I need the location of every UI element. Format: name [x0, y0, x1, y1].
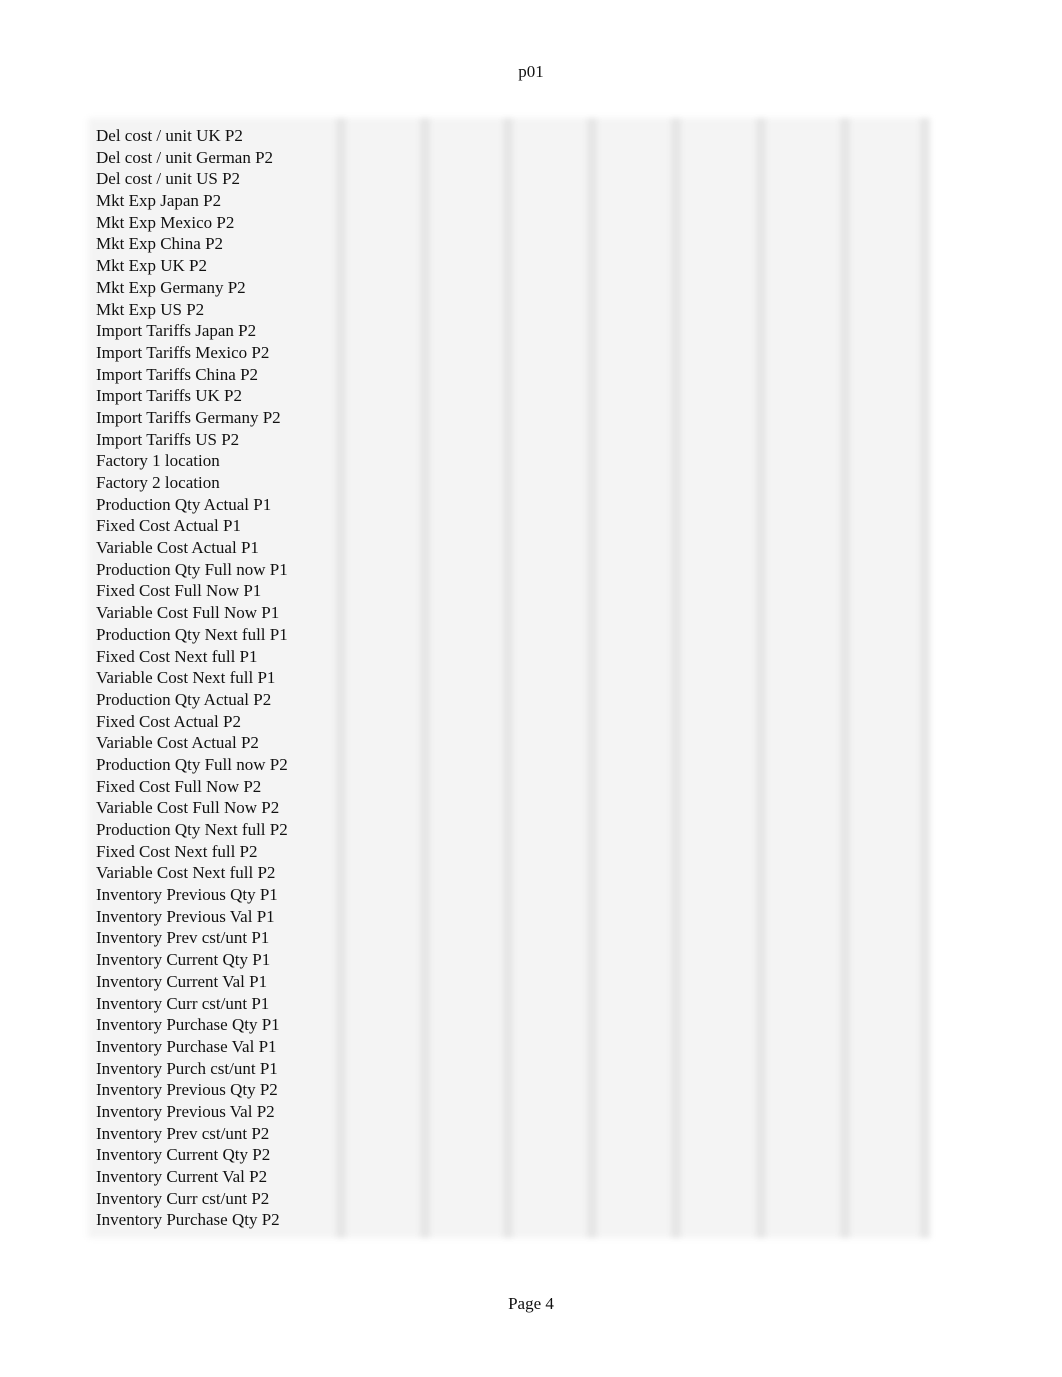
row-label: Fixed Cost Full Now P2 — [96, 776, 262, 796]
row-label: Inventory Purchase Qty P2 — [96, 1210, 280, 1230]
row-label: Production Qty Full now P1 — [96, 559, 288, 579]
row-label: Inventory Current Val P1 — [96, 971, 268, 991]
row-label: Fixed Cost Actual P2 — [96, 711, 241, 731]
row-label: Mkt Exp US P2 — [96, 299, 205, 319]
row-label: Mkt Exp Germany P2 — [96, 277, 246, 297]
row-label: Variable Cost Full Now P2 — [96, 798, 280, 818]
row-label: Production Qty Actual P1 — [96, 494, 272, 514]
row-label: Inventory Prev cst/unt P2 — [96, 1123, 270, 1143]
row-label: Factory 2 location — [96, 473, 220, 492]
row-label: Import Tariffs Mexico P2 — [96, 342, 270, 362]
row-label: Inventory Previous Qty P2 — [96, 1080, 278, 1100]
row-label: Variable Cost Actual P2 — [96, 733, 259, 753]
row-label: Variable Cost Next full P1 — [96, 668, 276, 688]
row-label: Inventory Current Qty P2 — [96, 1145, 271, 1165]
row-label: Del cost / unit German P2 — [96, 147, 274, 167]
page-header: p01 — [518, 62, 544, 81]
row-label: Fixed Cost Actual P1 — [96, 516, 241, 536]
row-label: Factory 1 location — [96, 451, 220, 471]
row-label: Import Tariffs US P2 — [96, 429, 240, 449]
row-label: Inventory Current Qty P1 — [96, 950, 271, 970]
row-label: Inventory Previous Val P2 — [96, 1101, 275, 1121]
row-label: Del cost / unit UK P2 — [96, 126, 243, 145]
row-label: Fixed Cost Full Now P1 — [96, 581, 262, 601]
row-label: Inventory Current Val P2 — [96, 1167, 268, 1186]
row-label: Inventory Purch cst/unt P1 — [96, 1058, 278, 1078]
row-label: Import Tariffs China P2 — [96, 364, 259, 384]
row-label: Inventory Previous Val P1 — [96, 906, 275, 926]
row-label: Inventory Previous Qty P1 — [96, 885, 278, 905]
row-label: Mkt Exp Japan P2 — [96, 191, 222, 211]
row-label: Import Tariffs Japan P2 — [96, 321, 257, 341]
row-labels: Del cost / unit UK P2 Del cost / unit Ger… — [96, 125, 288, 1231]
page-number: Page 4 — [508, 1294, 554, 1313]
row-label: Mkt Exp Mexico P2 — [96, 212, 235, 232]
row-label: Inventory Purchase Val P1 — [96, 1036, 277, 1056]
row-label: Import Tariffs UK P2 — [96, 386, 242, 406]
row-label: Production Qty Next full P1 — [96, 624, 288, 644]
row-label: Import Tariffs Germany P2 — [96, 407, 281, 427]
row-label: Fixed Cost Next full P1 — [96, 646, 258, 666]
row-label: Del cost / unit US P2 — [96, 169, 241, 189]
row-label: Production Qty Next full P2 — [96, 820, 288, 839]
row-label: Inventory Curr cst/unt P1 — [96, 993, 270, 1013]
row-label: Fixed Cost Next full P2 — [96, 841, 258, 861]
row-label: Inventory Curr cst/unt P2 — [96, 1188, 270, 1208]
row-label: Production Qty Actual P2 — [96, 689, 272, 709]
row-label: Inventory Prev cst/unt P1 — [96, 928, 270, 948]
row-label: Variable Cost Full Now P1 — [96, 603, 280, 623]
row-label: Variable Cost Actual P1 — [96, 538, 259, 558]
row-label: Inventory Purchase Qty P1 — [96, 1015, 280, 1035]
row-label: Production Qty Full now P2 — [96, 754, 288, 774]
row-label: Mkt Exp China P2 — [96, 234, 224, 254]
row-label: Mkt Exp UK P2 — [96, 256, 207, 276]
row-label: Variable Cost Next full P2 — [96, 863, 276, 883]
